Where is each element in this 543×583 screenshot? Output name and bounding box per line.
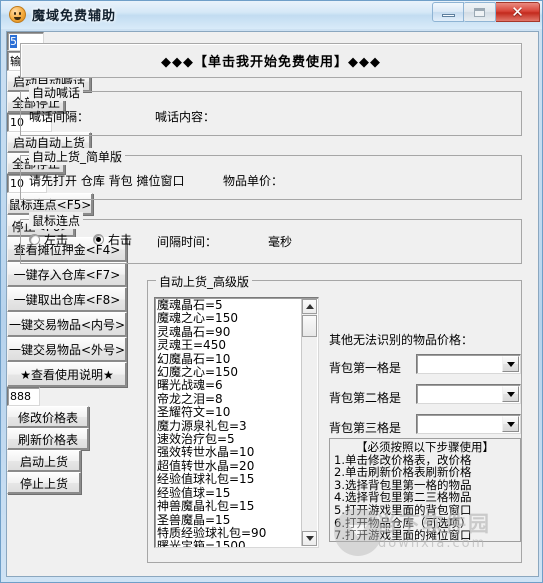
- radio-dot-icon: [29, 234, 40, 245]
- other-item-price-input[interactable]: 888: [7, 387, 40, 406]
- usage-instructions-panel: 【必须按照以下步骤使用】 1.单击修改价格表，改价格 2.单击刷新价格表刷新价格 3…: [329, 438, 521, 542]
- smiley-face-icon: [9, 6, 26, 23]
- left-click-label: 左击: [44, 233, 69, 247]
- price-table-row[interactable]: 圣兽魔晶=15: [157, 513, 300, 527]
- close-icon: ✕: [511, 3, 524, 21]
- window-title: 魔域免费辅助: [32, 9, 117, 24]
- usage-instructions-steps: 1.单击修改价格表，改价格 2.单击刷新价格表刷新价格 3.选择背包里第一格的物品 4…: [334, 453, 516, 542]
- other-item-price-label: 其他无法识别的物品价格：: [329, 333, 474, 347]
- right-click-radio[interactable]: 右击: [93, 231, 132, 248]
- application-window: 魔域免费辅助 ✕ ◆◆◆【单击我开始免费使用】◆◆◆ 自动喊话 喊话间隔： 5 …: [0, 0, 543, 583]
- scroll-thumb[interactable]: [302, 315, 317, 337]
- price-table-row[interactable]: 曙光宝箱=1500: [157, 539, 300, 547]
- bag-slot1-combobox[interactable]: [416, 354, 521, 374]
- auto-shout-group: 自动喊话: [20, 84, 522, 136]
- price-table-row[interactable]: 经验值球礼包=15: [157, 472, 300, 486]
- chevron-down-icon[interactable]: [502, 356, 519, 372]
- price-table-scrollbar[interactable]: [301, 299, 317, 546]
- scroll-down-icon[interactable]: [302, 531, 317, 546]
- client-area: ◆◆◆【单击我开始免费使用】◆◆◆ 自动喊话 喊话间隔： 5 喊话内容： 输入喊…: [6, 31, 539, 577]
- usage-instruction-step: 2.单击刷新价格表刷新价格: [334, 465, 472, 480]
- shout-interval-value: 5: [10, 35, 17, 48]
- trade-items-inner-button[interactable]: 一键交易物品<内号>: [7, 312, 127, 337]
- bag-slot1-label: 背包第一格是: [329, 361, 402, 375]
- usage-instruction-step: 5.打开游戏里面的背包窗口: [334, 502, 472, 517]
- auto-list-advanced-group-title: 自动上货_高级版: [156, 273, 253, 290]
- title-bar[interactable]: 魔域免费辅助 ✕: [1, 1, 542, 29]
- price-table-items: 魔魂晶石=5 魔魂之心=150 灵魂晶石=90 灵魂王=450 幻魔晶石=10 幻魔之心=…: [157, 298, 300, 547]
- bag-slot2-combobox[interactable]: [416, 384, 521, 404]
- price-table-row[interactable]: 强效转世水晶=10: [157, 446, 300, 460]
- click-interval-label: 间隔时间：: [157, 235, 218, 249]
- maximize-icon: [474, 8, 485, 17]
- price-table-row[interactable]: 魔魂之心=150: [157, 311, 300, 325]
- minimize-button[interactable]: [432, 2, 464, 22]
- maximize-button[interactable]: [464, 2, 496, 22]
- trade-items-outer-button[interactable]: 一键交易物品<外号>: [7, 337, 127, 362]
- price-table-row[interactable]: 圣耀符文=10: [157, 405, 300, 419]
- stop-listing-button[interactable]: 停止上货: [7, 472, 81, 494]
- auto-shout-group-title: 自动喊话: [29, 84, 84, 101]
- caption-buttons: ✕: [432, 2, 540, 22]
- left-click-radio[interactable]: 左击: [29, 231, 68, 248]
- shout-content-label: 喊话内容：: [155, 110, 216, 124]
- radio-dot-icon: [93, 234, 104, 245]
- item-unit-price-label: 物品单价：: [223, 174, 284, 188]
- edit-price-table-button[interactable]: 修改价格表: [7, 406, 89, 428]
- mouse-autoclick-group-title: 鼠标连点: [29, 212, 84, 229]
- millisecond-unit-label: 毫秒: [268, 235, 293, 249]
- auto-list-simple-group-title: 自动上货_简单版: [29, 148, 126, 165]
- start-listing-button[interactable]: 启动上货: [7, 450, 81, 472]
- price-table-row[interactable]: 灵魂王=450: [157, 338, 300, 352]
- usage-instructions-heading: 【必须按照以下步骤使用】: [356, 440, 494, 454]
- free-use-banner-button[interactable]: ◆◆◆【单击我开始免费使用】◆◆◆: [20, 43, 522, 78]
- view-help-button[interactable]: ★查看使用说明★: [7, 362, 127, 387]
- right-click-label: 右击: [108, 233, 133, 247]
- simple-hint-label: 请先打开 仓库 背包 摊位窗口: [29, 174, 185, 188]
- bag-slot3-label: 背包第三格是: [329, 421, 402, 435]
- bag-slot3-combobox[interactable]: [416, 414, 521, 434]
- close-button[interactable]: ✕: [496, 2, 540, 22]
- bag-slot2-label: 背包第二格是: [329, 391, 402, 405]
- price-table-row[interactable]: 神兽魔晶礼包=15: [157, 499, 300, 513]
- usage-instruction-step: 7.打开游戏里面的摊位窗口: [334, 528, 472, 542]
- chevron-down-icon[interactable]: [502, 416, 519, 432]
- price-table-listbox[interactable]: 魔魂晶石=5 魔魂之心=150 灵魂晶石=90 灵魂王=450 幻魔晶石=10 幻魔之心=…: [154, 297, 319, 548]
- shout-interval-label: 喊话间隔：: [29, 110, 90, 124]
- withdraw-warehouse-button[interactable]: 一键取出仓库<F8>: [7, 287, 127, 312]
- chevron-down-icon[interactable]: [502, 386, 519, 402]
- scroll-up-icon[interactable]: [302, 299, 317, 314]
- minimize-icon: [442, 14, 455, 17]
- deposit-warehouse-button[interactable]: 一键存入仓库<F7>: [7, 262, 127, 287]
- refresh-price-table-button[interactable]: 刷新价格表: [7, 428, 89, 450]
- window-frame: 魔域免费辅助 ✕ ◆◆◆【单击我开始免费使用】◆◆◆ 自动喊话 喊话间隔： 5 …: [0, 0, 543, 583]
- price-table-row[interactable]: 曙光战魂=6: [157, 379, 300, 393]
